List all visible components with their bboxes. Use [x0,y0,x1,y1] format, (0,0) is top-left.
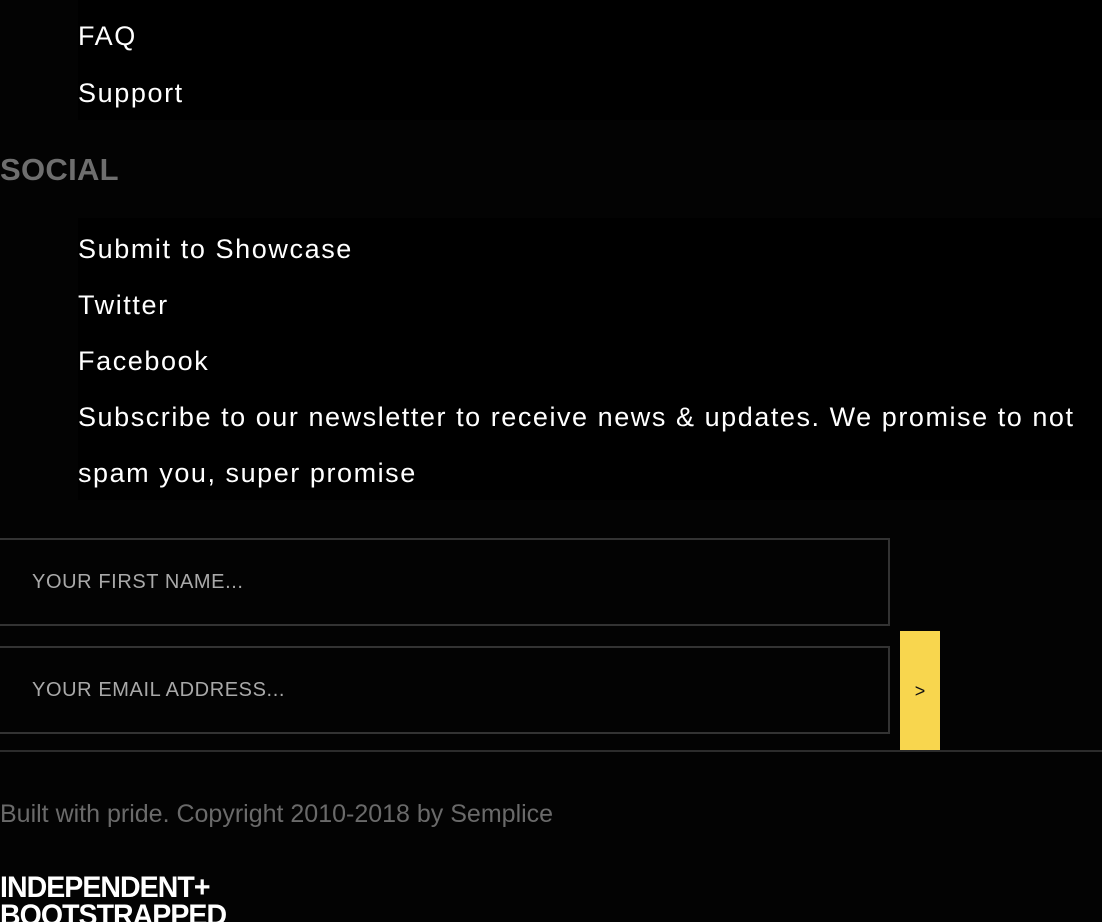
social-links: Submit to Showcase Twitter Facebook Subs… [78,218,1102,500]
faq-link[interactable]: FAQ [78,20,137,52]
submit-to-showcase-link[interactable]: Submit to Showcase [78,233,353,265]
badge-line-2: BOOTSTRAPPED [0,899,227,922]
badge-line-1: INDEPENDENT+ [0,874,210,904]
newsletter-description: Subscribe to our newsletter to receive n… [78,402,1075,488]
twitter-link[interactable]: Twitter [78,289,169,321]
footer-divider [0,750,1102,752]
first-name-input[interactable] [0,538,890,626]
copyright-text: Built with pride. Copyright 2010-2018 by… [0,800,554,828]
facebook-link[interactable]: Facebook [78,345,209,377]
resources-links: FAQ Support [78,0,1102,120]
support-link[interactable]: Support [78,77,184,109]
subscribe-submit-button[interactable]: > [900,631,940,751]
email-input[interactable] [0,646,890,734]
footer-page: FAQ Support SOCIAL Submit to Showcase Tw… [0,0,1102,922]
social-heading: SOCIAL [0,152,119,187]
independent-bootstrapped-logo: INDEPENDENT+ BOOTSTRAPPED [0,874,285,922]
